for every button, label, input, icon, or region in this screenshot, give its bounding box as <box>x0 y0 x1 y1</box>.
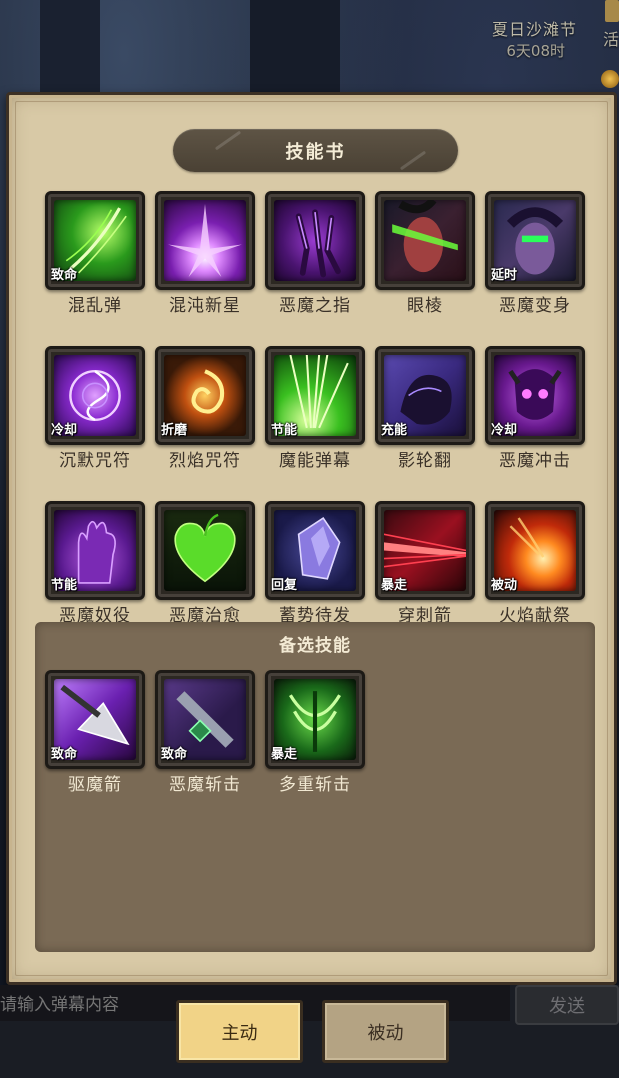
skill-tag: 被动 <box>491 578 518 593</box>
skill-tag: 致命 <box>51 268 78 283</box>
skill-icon-frame[interactable] <box>375 191 475 290</box>
skill-icon-frame[interactable] <box>265 191 365 290</box>
skill-name: 眼棱 <box>407 296 443 316</box>
skill-card[interactable]: 延时恶魔变身 <box>485 191 585 316</box>
skill-card[interactable]: 致命恶魔斩击 <box>155 670 255 795</box>
skill-name: 烈焰咒符 <box>169 451 241 471</box>
backup-skills-section: 备选技能 致命 驱魔箭 致命 恶魔斩击 暴走 多重斩击 <box>35 622 595 952</box>
tab-active-skills[interactable]: 主动 <box>176 1000 303 1063</box>
skill-name: 恶魔变身 <box>499 296 571 316</box>
skill-card[interactable]: 暴走多重斩击 <box>265 670 365 795</box>
skill-card[interactable]: 节能 恶魔奴役 <box>45 501 145 626</box>
event-timer: 6天08时 <box>506 42 565 60</box>
skill-card[interactable]: 充能影轮翻 <box>375 346 475 471</box>
skill-icon-frame[interactable]: 充能 <box>375 346 475 445</box>
skill-tag: 延时 <box>491 268 518 283</box>
skill-icon-frame[interactable]: 暴走 <box>375 501 475 600</box>
skill-icon-frame[interactable]: 折磨 <box>155 346 255 445</box>
skill-name: 混乱弹 <box>68 296 122 316</box>
demon-claw-icon <box>274 200 356 281</box>
skill-icon-frame[interactable]: 被动 <box>485 501 585 600</box>
skill-icon-frame[interactable]: 致命 <box>45 670 145 769</box>
backup-skill-grid: 致命 驱魔箭 致命 恶魔斩击 暴走 多重斩击 <box>45 670 365 795</box>
skill-card[interactable]: 暴走 穿刺箭 <box>375 501 475 626</box>
skill-card[interactable]: 混沌新星 <box>155 191 255 316</box>
skill-grid: 致命 混乱弹 混沌新星 恶魔之指 眼棱 延时 恶魔变身 冷却 沉默咒符 折磨 烈焰咒符 节能 魔能弹幕充… <box>45 191 591 626</box>
backup-title: 备选技能 <box>279 636 351 656</box>
skill-card[interactable]: 回复 蓄势待发 <box>265 501 365 626</box>
skill-name: 混沌新星 <box>169 296 241 316</box>
skill-name: 沉默咒符 <box>59 451 131 471</box>
skill-icon-frame[interactable]: 冷却 <box>45 346 145 445</box>
skill-icon-frame[interactable]: 冷却 <box>485 346 585 445</box>
skill-name: 恶魔冲击 <box>499 451 571 471</box>
skill-card[interactable]: 折磨烈焰咒符 <box>155 346 255 471</box>
skill-name: 多重斩击 <box>279 775 351 795</box>
skill-icon-frame[interactable] <box>155 191 255 290</box>
skill-tag: 回复 <box>271 578 298 593</box>
bottom-bar: 发送 主动 被动 <box>0 985 619 1078</box>
panel-title-banner: 技能书 <box>173 129 458 172</box>
skill-name: 魔能弹幕 <box>279 451 351 471</box>
send-button[interactable]: 发送 <box>515 985 619 1025</box>
skill-tag: 节能 <box>271 423 298 438</box>
skill-card[interactable]: 被动 火焰献祭 <box>485 501 585 626</box>
skill-tag: 暴走 <box>381 578 408 593</box>
skill-icon-frame[interactable]: 致命 <box>45 191 145 290</box>
green-heart-icon <box>164 510 246 591</box>
skill-name: 影轮翻 <box>398 451 452 471</box>
skill-card[interactable]: 冷却恶魔冲击 <box>485 346 585 471</box>
event-title[interactable]: 夏日沙滩节 <box>492 16 577 40</box>
skill-name: 恶魔斩击 <box>169 775 241 795</box>
skill-card[interactable]: 眼棱 <box>375 191 475 316</box>
skill-name: 驱魔箭 <box>68 775 122 795</box>
event-badge-icon[interactable] <box>605 0 619 22</box>
skill-icon-frame[interactable]: 延时 <box>485 191 585 290</box>
skill-icon-frame[interactable]: 节能 <box>265 346 365 445</box>
skill-tag: 冷却 <box>491 423 518 438</box>
skill-icon-frame[interactable]: 回复 <box>265 501 365 600</box>
skill-icon-frame[interactable]: 节能 <box>45 501 145 600</box>
skill-tag: 致命 <box>161 747 188 762</box>
skill-tag: 冷却 <box>51 423 78 438</box>
skill-card[interactable]: 节能魔能弹幕 <box>265 346 365 471</box>
skill-book-panel: 技能书 致命 混乱弹 混沌新星 恶魔之指 眼棱 延时 恶魔变身 冷却 沉默咒符 折磨 烈焰咒符 节能魔… <box>6 92 617 985</box>
skill-icon-frame[interactable]: 致命 <box>155 670 255 769</box>
skill-tag: 致命 <box>51 747 78 762</box>
skill-tag: 充能 <box>381 423 408 438</box>
skill-card[interactable]: 致命驱魔箭 <box>45 670 145 795</box>
skill-icon-frame[interactable]: 暴走 <box>265 670 365 769</box>
skill-card[interactable]: 恶魔之指 <box>265 191 365 316</box>
panel-title: 技能书 <box>285 141 346 163</box>
skill-icon-frame[interactable] <box>155 501 255 600</box>
event-side-label[interactable]: 活 <box>603 26 619 50</box>
coin-icon <box>601 70 619 88</box>
skill-tag: 暴走 <box>271 747 298 762</box>
skill-card[interactable]: 致命混乱弹 <box>45 191 145 316</box>
skill-tag: 节能 <box>51 578 78 593</box>
skill-name: 恶魔之指 <box>279 296 351 316</box>
purple-nova-icon <box>164 200 246 281</box>
tab-passive-skills[interactable]: 被动 <box>322 1000 449 1063</box>
skill-card[interactable]: 冷却沉默咒符 <box>45 346 145 471</box>
eye-beam-icon <box>384 200 466 281</box>
skill-tag: 折磨 <box>161 423 188 438</box>
skill-card[interactable]: 恶魔治愈 <box>155 501 255 626</box>
